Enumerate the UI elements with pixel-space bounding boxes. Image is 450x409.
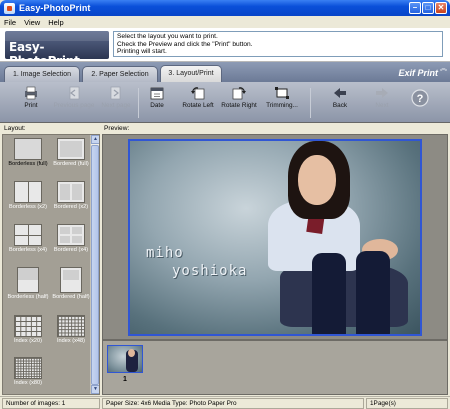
layout-label: Layout:	[4, 125, 26, 132]
rotate-right-icon	[232, 87, 246, 100]
toolbar: Print Previous page Next page Date Rotat…	[0, 82, 450, 123]
layout-thumbnail	[57, 315, 85, 337]
crop-icon	[275, 87, 289, 99]
layout-thumbnail	[17, 267, 39, 293]
window-controls: – □ ✕	[409, 2, 447, 14]
menu-file[interactable]: File	[4, 18, 16, 27]
print-icon	[25, 86, 37, 100]
layout-thumbnail	[57, 138, 85, 160]
close-button[interactable]: ✕	[435, 2, 447, 14]
layout-thumbnail	[14, 138, 42, 160]
page-thumbnail-strip: 1	[102, 340, 448, 395]
layout-thumbnail	[57, 181, 85, 203]
back-arrow-icon	[334, 88, 346, 98]
maximize-button[interactable]: □	[422, 2, 434, 14]
preview-photo[interactable]: miho yoshioka	[128, 139, 422, 336]
status-image-count: Number of images: 1	[2, 398, 100, 409]
rotate-right-button[interactable]: Rotate Right	[217, 86, 261, 109]
preview-label: Preview:	[104, 125, 130, 132]
help-icon: ?	[411, 89, 429, 107]
photo-caption-line2: yoshioka	[172, 263, 248, 279]
layout-bordered-x4[interactable]: Bordered (x4)	[49, 224, 93, 253]
instruction-line: Select the layout you want to print.	[117, 33, 218, 40]
layout-thumbnail	[57, 224, 85, 246]
layout-bordered-full[interactable]: Bordered (full)	[49, 138, 93, 167]
minimize-button[interactable]: –	[409, 2, 421, 14]
layout-thumbnail	[14, 224, 42, 246]
header: Easy-PhotoPrint Select the layout you wa…	[0, 28, 450, 62]
scroll-up-icon[interactable]: ▲	[91, 135, 99, 144]
exif-print-logo: Exif Print	[398, 68, 438, 78]
layout-thumbnail	[60, 267, 82, 293]
layout-thumbnail	[14, 315, 42, 337]
next-page-icon	[110, 86, 121, 100]
page-thumbnail[interactable]	[107, 345, 143, 373]
scrollbar-thumb[interactable]	[91, 145, 99, 385]
tab-paper-selection[interactable]: 2. Paper Selection	[82, 66, 158, 82]
back-button[interactable]: Back	[318, 86, 362, 109]
tab-image-selection[interactable]: 1. Image Selection	[4, 66, 80, 82]
photo-caption-line1: miho	[146, 245, 184, 261]
page-number: 1	[123, 376, 127, 383]
step-tabs: 1. Image Selection 2. Paper Selection 3.…	[0, 62, 450, 82]
menu-help[interactable]: Help	[48, 18, 63, 27]
preview-area: miho yoshioka	[102, 134, 448, 340]
status-bar: Number of images: 1 Paper Size: 4x6 Medi…	[0, 396, 450, 409]
rotate-left-icon	[191, 87, 205, 100]
layout-borderless-full[interactable]: Borderless (full)	[4, 136, 50, 178]
instructions-box: Select the layout you want to print. Che…	[113, 31, 443, 57]
rotate-left-button[interactable]: Rotate Left	[176, 86, 220, 109]
layout-index-x80[interactable]: Index (x80)	[6, 357, 50, 386]
instruction-line: Check the Preview and click the "Print" …	[117, 40, 253, 48]
svg-text:?: ?	[417, 93, 424, 105]
help-button[interactable]: ?	[398, 89, 442, 109]
layout-list: Borderless (full) Bordered (full) Border…	[2, 134, 100, 395]
layout-index-x48[interactable]: Index (x48)	[49, 315, 93, 344]
layout-bordered-half[interactable]: Bordered (half)	[49, 267, 93, 300]
layout-borderless-half[interactable]: Borderless (half)	[6, 267, 50, 300]
date-button[interactable]: Date	[135, 86, 179, 109]
next-page-button[interactable]: Next page	[94, 86, 138, 109]
layout-bordered-x2[interactable]: Bordered (x2)	[49, 181, 93, 210]
menu-bar: File View Help	[0, 16, 450, 28]
menu-view[interactable]: View	[24, 18, 40, 27]
status-paper-info: Paper Size: 4x6 Media Type: Photo Paper …	[102, 398, 364, 409]
app-icon	[4, 2, 15, 14]
calendar-icon	[150, 87, 164, 100]
previous-page-button[interactable]: Previous page	[52, 86, 96, 109]
layout-borderless-x4[interactable]: Borderless (x4)	[6, 224, 50, 253]
next-arrow-icon	[376, 88, 388, 98]
scroll-down-icon[interactable]: ▼	[91, 385, 99, 394]
logo-text: Easy-PhotoPrint	[9, 40, 80, 59]
layout-thumbnail	[14, 357, 42, 379]
layout-borderless-x2[interactable]: Borderless (x2)	[6, 181, 50, 210]
collapse-icon[interactable]: ︽	[440, 63, 447, 73]
instruction-line: Printing will start.	[117, 48, 167, 56]
layout-thumbnail	[14, 181, 42, 203]
layout-scrollbar[interactable]: ▲ ▼	[90, 135, 99, 394]
trimming-button[interactable]: Trimming...	[260, 86, 304, 109]
layout-index-x20[interactable]: Index (x20)	[6, 315, 50, 344]
app-logo: Easy-PhotoPrint	[5, 31, 109, 59]
tab-layout-print[interactable]: 3. Layout/Print	[160, 65, 222, 82]
status-page-count: 1Page(s)	[366, 398, 448, 409]
window-title: Easy-PhotoPrint	[19, 3, 91, 13]
previous-page-icon	[69, 86, 80, 100]
title-bar: Easy-PhotoPrint – □ ✕	[0, 0, 450, 16]
print-button[interactable]: Print	[9, 86, 53, 109]
